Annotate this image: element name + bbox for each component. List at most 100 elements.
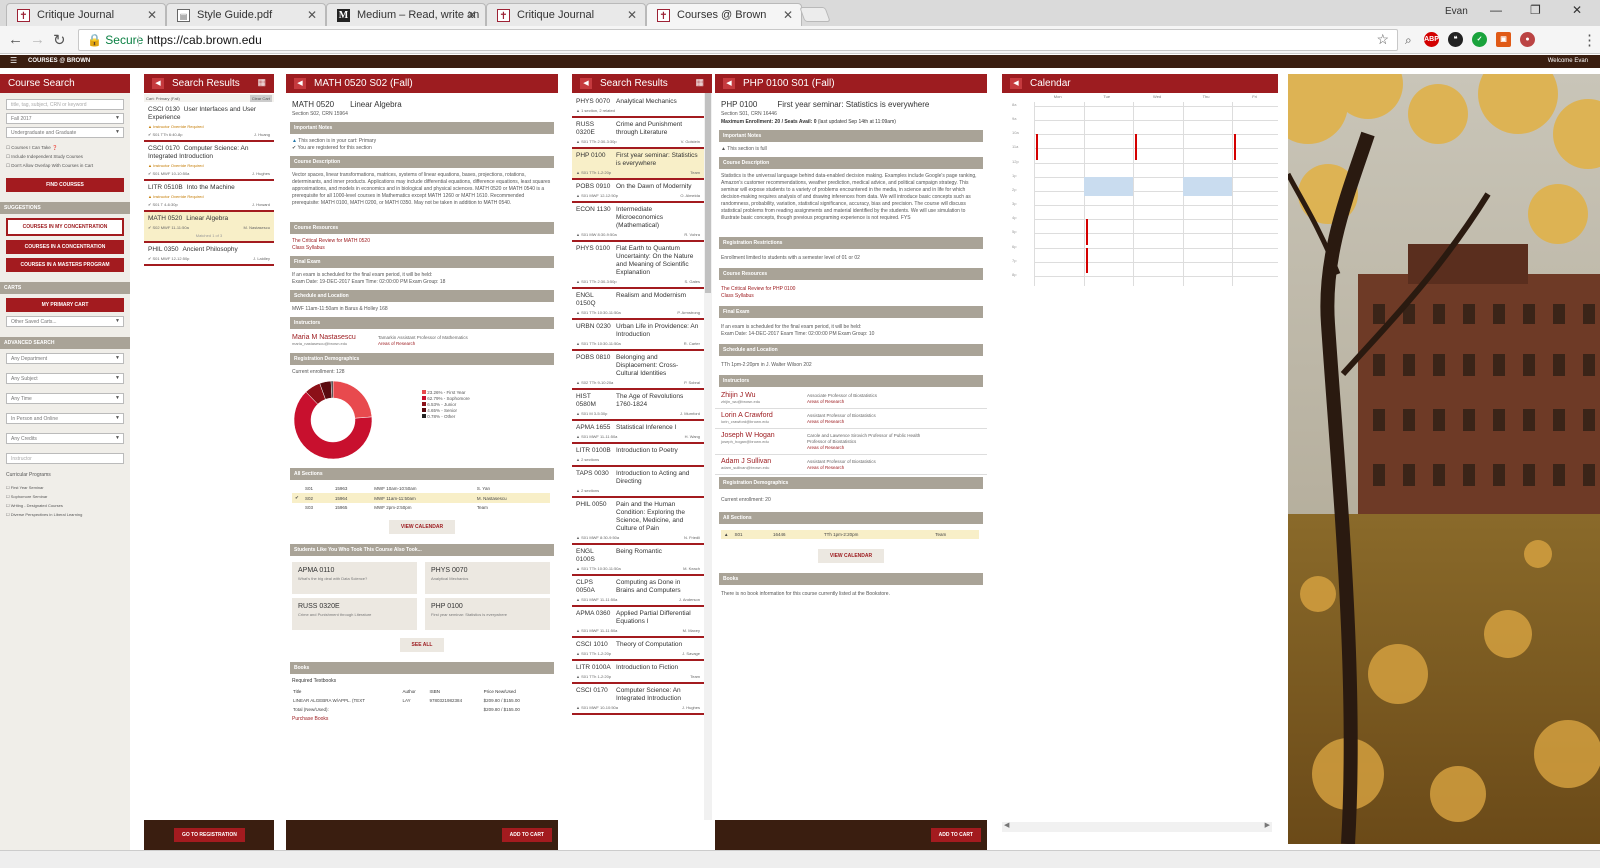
result-item[interactable]: POBS 0910 On the Dawn of Modernity ▲ S01 M… (572, 180, 704, 203)
horizontal-scrollbar[interactable]: ◀ ▶ (1002, 822, 1272, 832)
back-icon[interactable]: ← (8, 31, 23, 48)
checkbox-independent-study[interactable]: ☐ Include Independent Study Courses (6, 152, 124, 161)
areas-link[interactable]: Areas of Research (378, 341, 468, 347)
help-icon[interactable]: ❓ (52, 145, 58, 150)
a-concentration-button[interactable]: COURSES IN A CONCENTRATION (6, 240, 124, 254)
menu-icon[interactable]: ⋮ (1582, 31, 1597, 49)
concentration-courses-button[interactable]: COURSES IN MY CONCENTRATION (6, 218, 124, 236)
critical-review-link[interactable]: The Critical Review for MATH 0520 (292, 238, 552, 245)
scroll-left-icon[interactable]: ◀ (1004, 821, 1009, 829)
checkbox-writing[interactable]: ☐ Writing - Designated Courses (6, 501, 124, 510)
result-item-selected[interactable]: PHP 0100 First year seminar: Statistics i… (572, 149, 704, 180)
saved-carts-select[interactable]: Other Saved Carts... ▼ (6, 316, 124, 327)
extension-icon[interactable]: ▣ (1496, 32, 1511, 47)
restore-icon[interactable]: ❐ (1530, 3, 1541, 17)
result-item[interactable]: RUSS 0320E Crime and Punishment through L… (572, 118, 704, 149)
secure-indicator[interactable]: 🔒 Secure (87, 33, 143, 47)
department-select[interactable]: Any Department ▼ (6, 353, 124, 364)
find-courses-button[interactable]: FIND COURSES (6, 178, 124, 192)
back-arrow-icon[interactable]: ◀ (580, 78, 592, 89)
related-course-card[interactable]: PHYS 0070 Analytical Mechanics (425, 562, 550, 594)
term-select[interactable]: Fall 2017 ▼ (6, 113, 124, 124)
result-item[interactable]: CSCI 0170 Computer Science: An Integrated… (572, 684, 704, 715)
checkbox-can-take[interactable]: ☐ Courses I Can Take ❓ (6, 143, 124, 152)
checkbox-first-year[interactable]: ☐ First Year Seminar (6, 483, 124, 492)
minimize-icon[interactable]: — (1490, 3, 1502, 17)
close-icon[interactable]: ✕ (783, 8, 793, 22)
result-item[interactable]: LITR 0100A Introduction to Fiction ▲ S01 T… (572, 661, 704, 684)
list-item[interactable]: PHIL 0350 Ancient Philosophy ✔ S01 MWF 12… (144, 243, 274, 266)
back-arrow-icon[interactable]: ◀ (1010, 78, 1022, 89)
instructor-input[interactable]: Instructor (6, 453, 124, 464)
view-calendar-button[interactable]: VIEW CALENDAR (388, 520, 456, 534)
masters-program-button[interactable]: COURSES IN A MASTERS PROGRAM (6, 258, 124, 272)
subject-select[interactable]: Any Subject ▼ (6, 373, 124, 384)
bookmark-star-icon[interactable]: ☆ (1376, 31, 1389, 48)
level-select[interactable]: Undergraduate and Graduate ▼ (6, 127, 124, 138)
result-item[interactable]: ECON 1130 Intermediate Microeconomics (Ma… (572, 203, 704, 242)
browser-user[interactable]: Evan (1445, 6, 1468, 17)
see-all-button[interactable]: SEE ALL (399, 638, 445, 652)
scroll-right-icon[interactable]: ▶ (1265, 821, 1270, 829)
back-arrow-icon[interactable]: ◀ (152, 78, 164, 89)
site-logo[interactable]: COURSES @ BROWN (28, 58, 90, 64)
calendar-icon[interactable]: ▦ (257, 77, 266, 88)
result-item[interactable]: HIST 0580M The Age of Revolutions 1760-18… (572, 390, 704, 421)
browser-tab-1[interactable]: ✝ Critique Journal ✕ (6, 3, 166, 26)
result-item[interactable]: APMA 1655 Statistical Inference I ▲ S01 MW… (572, 421, 704, 444)
result-item[interactable]: LITR 0100B Introduction to Poetry ▲ 2 sect… (572, 444, 704, 467)
list-item[interactable]: LITR 0510B Into the Machine ▲ Instructor … (144, 181, 274, 212)
add-to-cart-button[interactable]: ADD TO CART (501, 828, 552, 842)
time-select[interactable]: Any Time ▼ (6, 393, 124, 404)
table-row-selected[interactable]: ▲ S01 16446 TTh 1pm-2:20pm Team (721, 530, 979, 539)
critical-review-link[interactable]: The Critical Review for PHP 0100 (721, 286, 981, 293)
browser-tab-2[interactable]: ▤ Style Guide.pdf ✕ (166, 3, 326, 26)
scrollbar-thumb[interactable] (705, 93, 711, 293)
window-close-icon[interactable]: ✕ (1572, 3, 1582, 17)
table-row-selected[interactable]: ✔ S02 15964 MWF 11am-11:50am M. Nastasescu (292, 493, 550, 503)
result-item[interactable]: POBS 0810 Belonging and Displacement: Cro… (572, 351, 704, 390)
go-to-registration-button[interactable]: GO TO REGISTRATION (174, 828, 245, 842)
hamburger-icon[interactable]: ☰ (10, 56, 17, 65)
related-course-card[interactable]: RUSS 0320E Crime and Punishment through L… (292, 598, 417, 630)
close-icon[interactable]: ✕ (307, 8, 317, 22)
checkbox-sophomore[interactable]: ☐ Sophomore Seminar (6, 492, 124, 501)
related-course-card[interactable]: PHP 0100 First year seminar: Statistics i… (425, 598, 550, 630)
primary-cart-button[interactable]: MY PRIMARY CART (6, 298, 124, 312)
result-item[interactable]: CSCI 1010 Theory of Computation ▲ S01 TTh … (572, 638, 704, 661)
list-item[interactable]: CSCI 0130 User Interfaces and User Experi… (144, 103, 274, 142)
calendar-icon[interactable]: ▦ (695, 77, 704, 88)
forward-icon[interactable]: → (30, 31, 45, 48)
close-icon[interactable]: ✕ (147, 8, 157, 22)
table-row[interactable]: S03 15965 MWF 2pm-2:50pm Team (292, 503, 550, 512)
syllabus-link[interactable]: Class Syllabus (721, 293, 981, 300)
calendar-event-block[interactable] (1083, 176, 1134, 196)
result-item[interactable]: PHYS 0100 Flat Earth to Quantum Uncertain… (572, 242, 704, 289)
back-arrow-icon[interactable]: ◀ (294, 78, 306, 89)
close-icon[interactable]: ✕ (627, 8, 637, 22)
calendar-event-block[interactable] (1182, 176, 1233, 196)
browser-tab-3[interactable]: M Medium – Read, write an ✕ (326, 3, 486, 26)
result-item[interactable]: ENGL 0150Q Realism and Modernism ▲ S01 TTh… (572, 289, 704, 320)
close-icon[interactable]: ✕ (467, 8, 477, 22)
check-extension-icon[interactable]: ✓ (1472, 32, 1487, 47)
checkbox-no-overlap[interactable]: ☐ Don't Allow Overlap With Courses in Ca… (6, 161, 124, 170)
browser-tab-4[interactable]: ✝ Critique Journal ✕ (486, 3, 646, 26)
result-item[interactable]: APMA 0360 Applied Partial Differential Eq… (572, 607, 704, 638)
keyword-search-input[interactable]: title, tag, subject, CRN or keyword (6, 99, 124, 110)
quote-icon[interactable]: ❝ (1448, 32, 1463, 47)
view-calendar-button[interactable]: VIEW CALENDAR (817, 549, 885, 563)
result-item[interactable]: TAPS 0030 Introduction to Acting and Dire… (572, 467, 704, 498)
new-tab-button[interactable] (799, 7, 831, 22)
adblock-icon[interactable]: ABP (1424, 32, 1439, 47)
url-text[interactable]: https://cab.brown.edu (147, 33, 262, 47)
omnibox[interactable]: 🔒 Secure | https://cab.brown.edu ☆ (78, 29, 1398, 51)
clear-cart-button[interactable]: Clear Cart (249, 95, 272, 102)
result-item[interactable]: PHYS 0070 Analytical Mechanics ▲ 1 section… (572, 95, 704, 118)
checkbox-diverse[interactable]: ☐ Diverse Perspectives in Liberal Learni… (6, 510, 124, 519)
reload-icon[interactable]: ↻ (53, 31, 66, 49)
syllabus-link[interactable]: Class Syllabus (292, 245, 552, 252)
browser-tab-5[interactable]: ✝ Courses @ Brown ✕ (646, 3, 802, 26)
table-row[interactable]: S01 15963 MWF 10am-10:50am S. Yan (292, 484, 550, 493)
result-item[interactable]: CLPS 0050A Computing as Done in Brains an… (572, 576, 704, 607)
